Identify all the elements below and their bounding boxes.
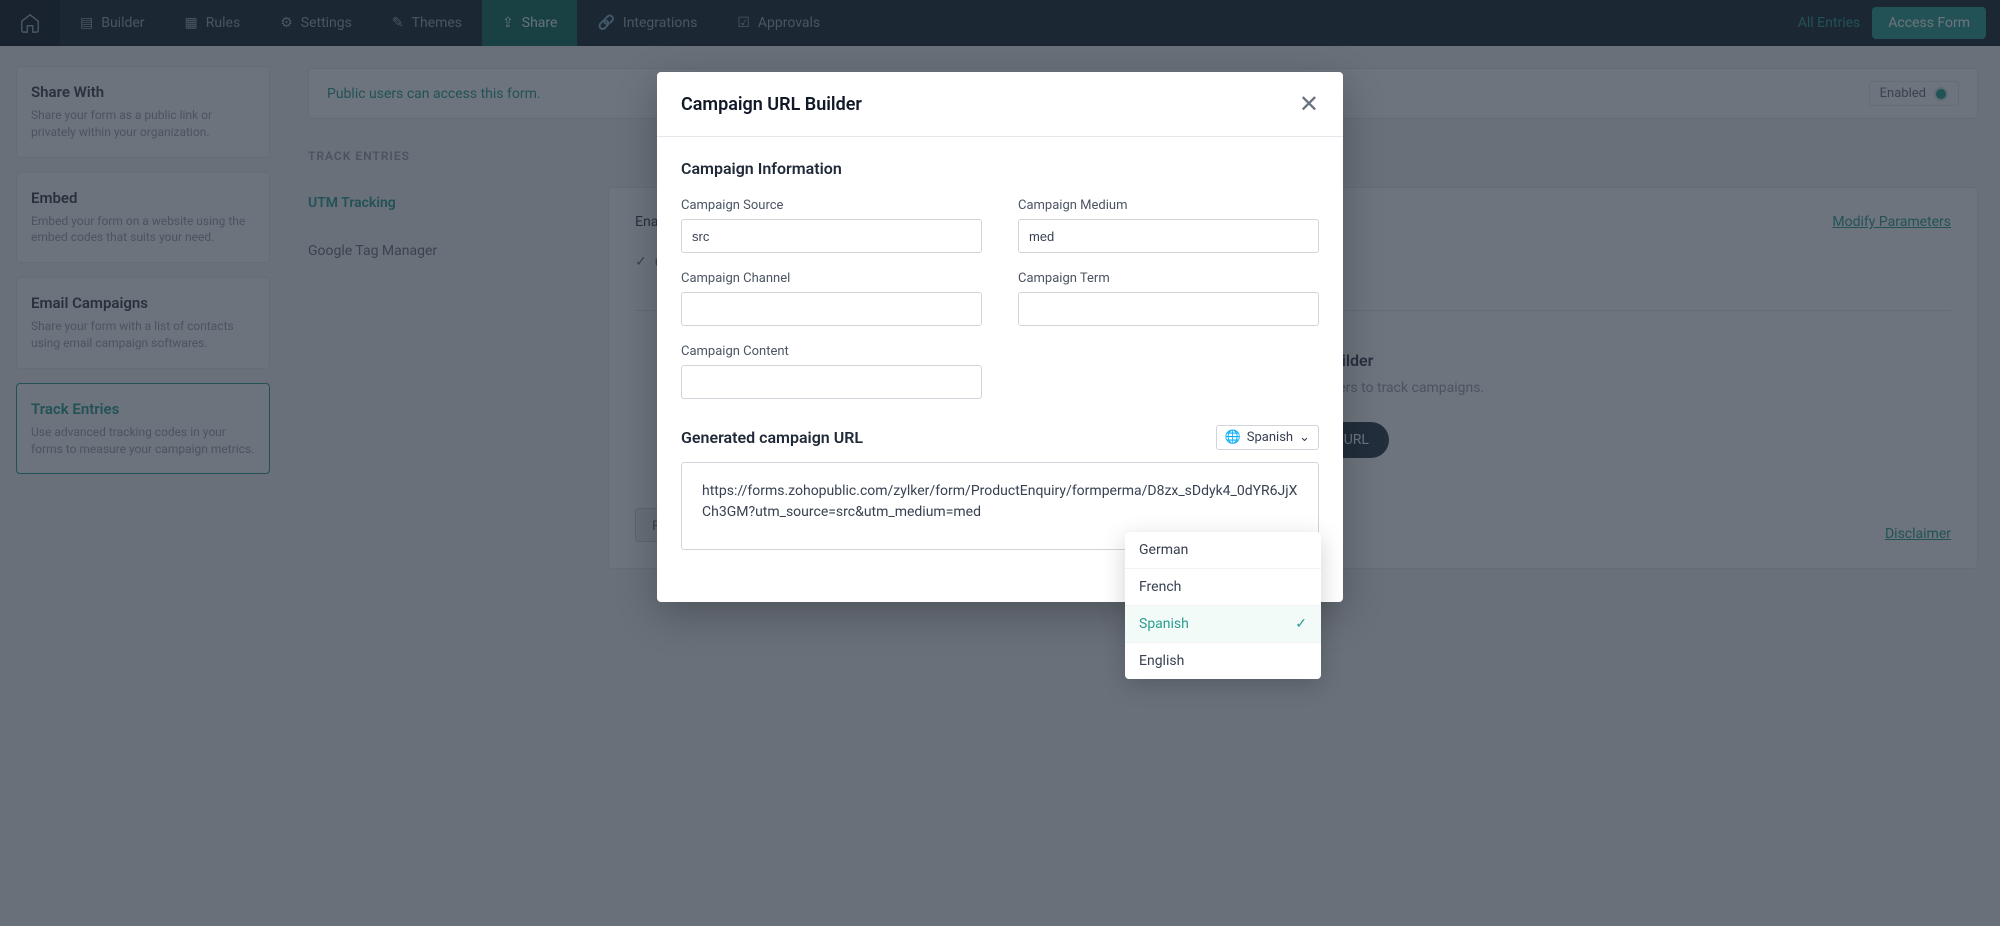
modal-section-title: Campaign Information — [681, 159, 1319, 178]
language-dropdown: German French Spanish ✓ English — [1125, 532, 1321, 679]
lang-option-spanish[interactable]: Spanish ✓ — [1125, 606, 1321, 643]
field-campaign-term: Campaign Term — [1018, 271, 1319, 326]
field-label: Campaign Medium — [1018, 198, 1319, 213]
field-label: Campaign Term — [1018, 271, 1319, 286]
modal-header: Campaign URL Builder ✕ — [657, 72, 1343, 137]
language-select[interactable]: 🌐 Spanish ⌄ — [1216, 425, 1319, 450]
campaign-channel-input[interactable] — [681, 292, 982, 326]
lang-option-label: Spanish — [1139, 616, 1189, 632]
modal-overlay: Campaign URL Builder ✕ Campaign Informat… — [0, 0, 2000, 926]
field-label: Campaign Content — [681, 344, 982, 359]
field-campaign-medium: Campaign Medium — [1018, 198, 1319, 253]
lang-option-french[interactable]: French — [1125, 569, 1321, 606]
field-campaign-source: Campaign Source — [681, 198, 982, 253]
campaign-medium-input[interactable] — [1018, 219, 1319, 253]
campaign-term-input[interactable] — [1018, 292, 1319, 326]
chevron-down-icon: ⌄ — [1299, 430, 1310, 445]
modal-title: Campaign URL Builder — [681, 94, 862, 115]
check-icon: ✓ — [1295, 616, 1307, 632]
fields-grid: Campaign Source Campaign Medium Campaign… — [681, 198, 1319, 399]
generated-url-label: Generated campaign URL — [681, 428, 863, 447]
field-campaign-content: Campaign Content — [681, 344, 982, 399]
globe-icon: 🌐 — [1225, 430, 1241, 445]
modal-body: Campaign Information Campaign Source Cam… — [657, 137, 1343, 572]
language-value: Spanish — [1247, 430, 1293, 445]
lang-option-german[interactable]: German — [1125, 532, 1321, 569]
lang-option-english[interactable]: English — [1125, 643, 1321, 679]
campaign-url-builder-modal: Campaign URL Builder ✕ Campaign Informat… — [657, 72, 1343, 602]
campaign-content-input[interactable] — [681, 365, 982, 399]
field-campaign-channel: Campaign Channel — [681, 271, 982, 326]
generated-url-row: Generated campaign URL 🌐 Spanish ⌄ — [681, 425, 1319, 450]
field-label: Campaign Source — [681, 198, 982, 213]
campaign-source-input[interactable] — [681, 219, 982, 253]
close-icon[interactable]: ✕ — [1299, 90, 1319, 118]
field-label: Campaign Channel — [681, 271, 982, 286]
